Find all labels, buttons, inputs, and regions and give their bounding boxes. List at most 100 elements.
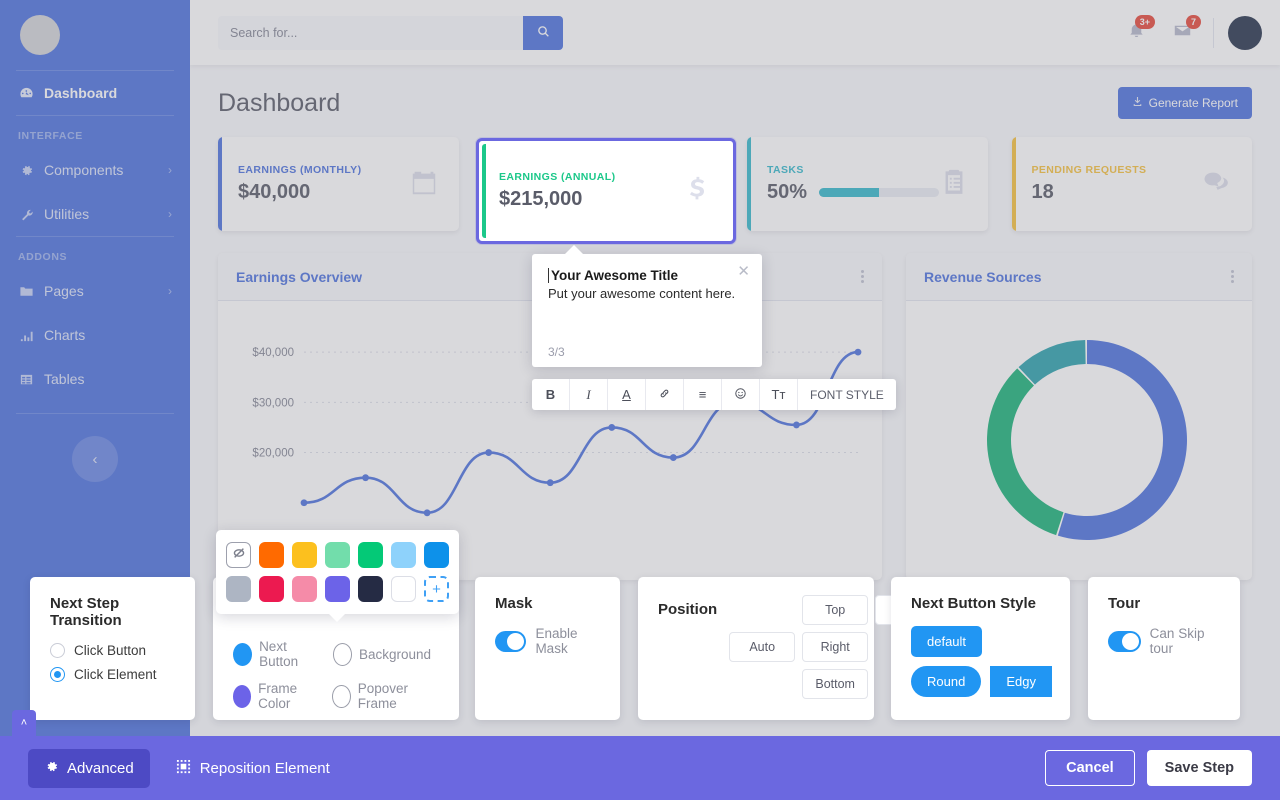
search-icon [537,25,550,41]
popover-frame-color-label: Popover Frame [357,681,409,711]
wrench-icon [18,206,34,222]
sidebar-item-components[interactable]: Components › [0,148,190,192]
link-button[interactable] [646,379,684,410]
generate-report-button[interactable]: Generate Report [1117,87,1252,119]
panel-header: Revenue Sources [906,253,1252,301]
text-size-button[interactable]: Tᴛ [760,379,798,410]
color-swatch[interactable] [358,542,383,568]
chevron-right-icon: › [168,284,172,298]
background-color-dot[interactable] [332,642,352,666]
color-swatch[interactable] [292,542,318,568]
bold-button[interactable]: B [532,379,570,410]
sidebar-brand[interactable] [0,0,190,70]
color-swatch[interactable] [259,542,285,568]
advanced-button[interactable]: Advanced [28,748,150,788]
radio-click-button[interactable]: Click Button [50,643,175,658]
brand-avatar-icon [20,15,60,55]
radio-indicator [50,667,65,682]
popover-title[interactable]: Your Awesome Title [548,268,746,283]
no-color-swatch[interactable] [226,542,252,568]
comments-icon [1202,167,1232,202]
style-edgy-button[interactable]: Edgy [990,666,1052,697]
position-bottom-button[interactable]: Bottom [802,669,869,699]
earnings-panel-menu-button[interactable] [861,268,864,285]
position-top-button[interactable]: Top [802,595,869,625]
color-swatch[interactable] [390,576,416,602]
stat-card-pending-requests[interactable]: PENDING REQUESTS 18 [1011,137,1252,231]
sidebar-item-label: Dashboard [44,85,118,101]
rich-text-toolbar: B I A ≡ Tᴛ FONT STYLE [532,379,896,410]
position-title: Position [658,601,718,618]
close-icon[interactable]: ✕ [737,262,750,280]
stat-card-tasks[interactable]: TASKS 50% [747,137,988,231]
sidebar-item-charts[interactable]: Charts [0,313,190,357]
popover-frame-color-dot[interactable] [332,684,351,708]
can-skip-tour-row: Can Skip tour [1108,626,1220,656]
stat-card-value: 18 [1031,181,1054,203]
can-skip-tour-label: Can Skip tour [1149,626,1205,656]
color-swatch[interactable] [258,576,284,602]
sidebar-item-label: Utilities [44,206,90,222]
color-swatch[interactable] [423,542,449,568]
save-step-button[interactable]: Save Step [1146,750,1252,786]
position-card: Position Top Left Auto Right Bottom [638,577,942,720]
italic-button[interactable]: I [570,379,608,410]
sidebar-item-label: Tables [44,371,85,387]
chevron-left-icon: ‹ [92,450,98,468]
sidebar-item-tables[interactable]: Tables [0,357,190,401]
revenue-panel-menu-button[interactable] [1231,268,1234,285]
stat-card-earnings-annual[interactable]: EARNINGS (ANNUAL) $215,000 [482,144,730,238]
stat-card-earnings-monthly[interactable]: EARNINGS (MONTHLY) $40,000 [218,137,459,231]
sidebar-collapse-button[interactable]: ‹ [72,436,118,482]
frame-color-dot[interactable] [233,684,252,708]
next-button-style-title: Next Button Style [911,595,1037,612]
enable-mask-toggle[interactable] [495,630,527,652]
link-icon [658,387,671,403]
color-swatch[interactable] [291,576,317,602]
gear-icon [44,759,59,778]
position-auto-button[interactable]: Auto [729,632,796,662]
reposition-label: Reposition Element [199,759,330,777]
search-input[interactable] [218,15,523,50]
sidebar-item-pages[interactable]: Pages › [0,269,190,313]
underline-button[interactable]: A [608,379,646,410]
alerts-button[interactable]: 3+ [1113,13,1159,53]
sidebar-heading-addons: ADDONS [18,251,68,263]
chevron-right-icon: › [168,207,172,221]
tour-card: Tour Can Skip tour [1088,577,1240,720]
radio-click-element[interactable]: Click Element [50,667,175,682]
revenue-panel-title: Revenue Sources [924,268,1042,285]
search-button[interactable] [523,15,563,50]
next-button-color-dot[interactable] [233,642,253,666]
page-title: Dashboard [218,88,341,117]
sidebar-item-dashboard[interactable]: Dashboard [0,71,190,115]
reposition-element-button[interactable]: Reposition Element [176,759,330,778]
emoji-icon [734,387,747,403]
style-default-button[interactable]: default [911,626,983,657]
can-skip-tour-toggle[interactable] [1108,630,1141,652]
cancel-button[interactable]: Cancel [1045,750,1135,786]
position-right-button[interactable]: Right [802,632,869,662]
next-step-transition-title: Next Step Transition [50,595,122,629]
color-swatch[interactable] [357,576,383,602]
text-size-icon: Tᴛ [771,387,786,402]
popover-body[interactable]: Put your awesome content here. [548,286,746,301]
sidebar-item-utilities[interactable]: Utilities › [0,192,190,236]
revenue-donut-chart [987,340,1187,540]
search-bar [218,15,563,50]
messages-button[interactable]: 7 [1159,13,1205,53]
style-round-button[interactable]: Round [911,666,982,697]
color-swatch[interactable] [325,542,351,568]
gear-icon [18,162,34,178]
color-swatch[interactable] [391,542,416,568]
add-custom-color-button[interactable]: + [423,576,450,602]
color-swatch[interactable] [324,576,350,602]
align-button[interactable]: ≡ [684,379,722,410]
sidebar-item-label: Pages [44,283,84,299]
font-style-button[interactable]: FONT STYLE [798,379,896,410]
color-swatch[interactable] [226,576,251,602]
clipboard-icon [939,167,969,202]
emoji-button[interactable] [722,379,760,410]
expand-panel-button[interactable]: ˄ [12,710,36,736]
user-avatar[interactable] [1228,15,1262,50]
